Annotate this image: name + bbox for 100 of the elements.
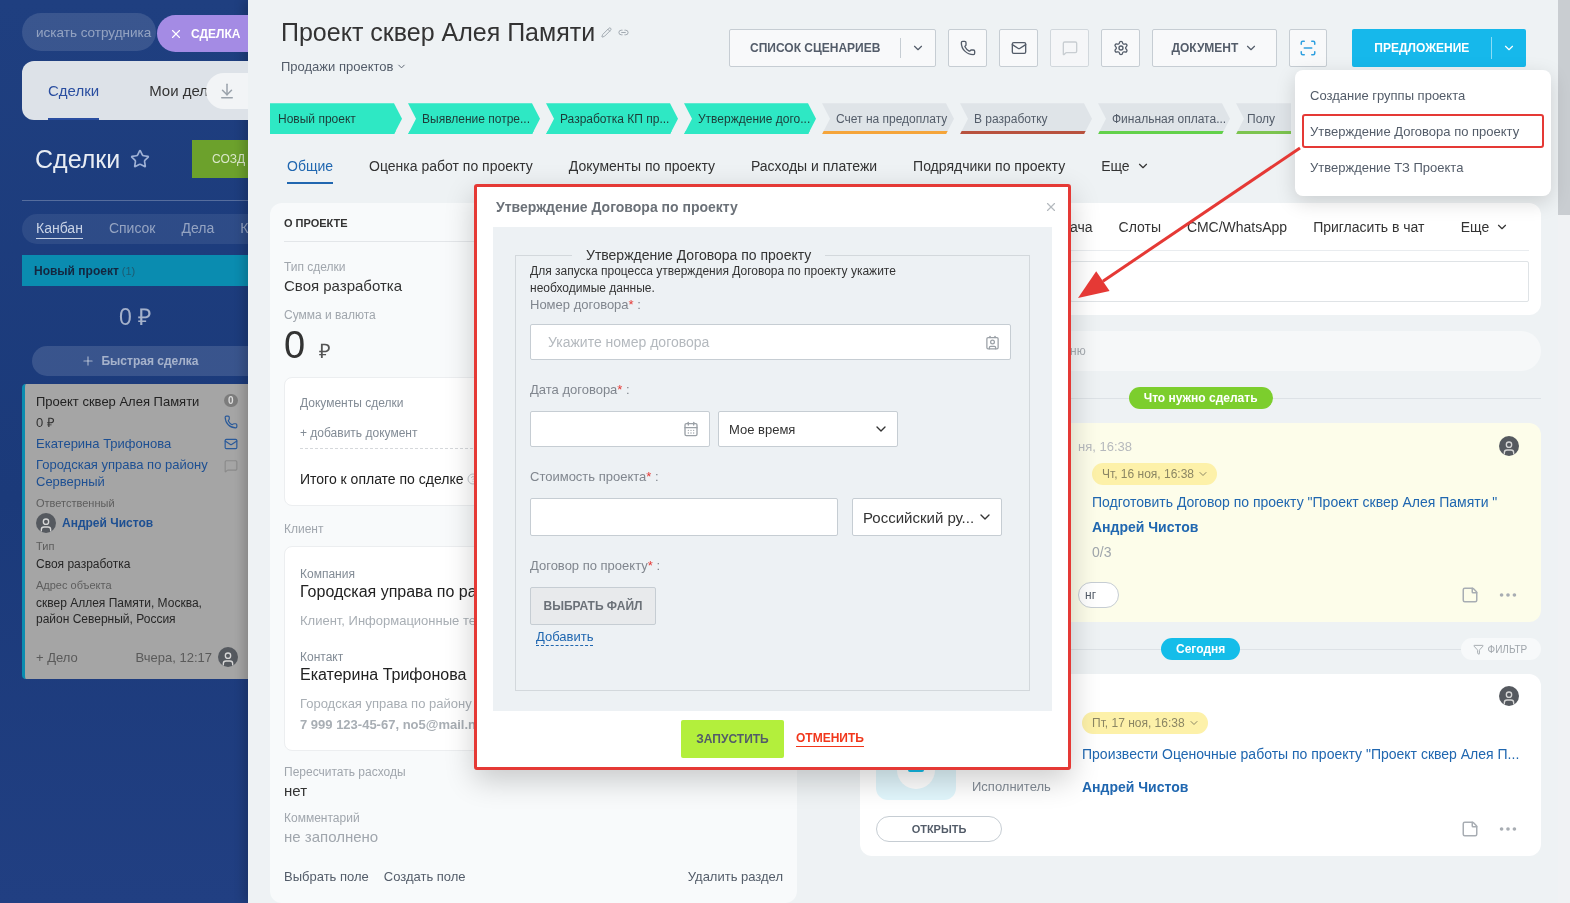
menu-item[interactable]: Утверждение Договора по проекту [1302,114,1544,148]
assignee-link[interactable]: Андрей Чистов [1092,519,1199,535]
view-tab[interactable]: Дела [181,219,215,239]
deal-tab[interactable]: Документы по проекту [568,158,715,185]
more-tab[interactable]: Еще [1460,218,1510,235]
pipeline-selector[interactable]: Продажи проектов [281,59,630,74]
download-icon [218,82,236,100]
scan-icon [1299,39,1318,57]
pipeline-stage[interactable]: Новый проект [270,103,402,135]
scan-button[interactable] [1289,29,1328,67]
chat-icon[interactable] [224,459,238,473]
assignee-link[interactable]: Андрей Чистов [1082,778,1189,795]
star-icon[interactable] [130,149,151,169]
view-tab[interactable]: Список [108,219,156,239]
calendar-icon [683,421,699,437]
total-label: Итого к оплате по сделке [300,471,464,487]
field-action-link[interactable]: Выбрать поле [284,869,369,884]
task-created-time: ня, 16:38 [1078,438,1132,454]
avatar-icon [1499,686,1520,706]
pipeline-stage[interactable]: Полу [1236,103,1291,135]
contact-card-icon [985,334,1000,350]
currency-sign: ₽ [319,339,332,364]
contact-link[interactable]: Екатерина Трифонова [36,435,220,452]
activity-tab[interactable]: СМС/WhatsApp [1186,218,1288,235]
field-label: Клиент [284,522,324,536]
field-label: Дата договора* : [530,382,631,397]
phone-icon [959,40,976,56]
documents-title: Документы сделки [300,396,404,410]
document-button[interactable]: ДОКУМЕНТ [1152,29,1278,67]
deal-amount: 0 ₽ [36,414,56,431]
pipeline-stage[interactable]: Счет на предоплату [822,103,954,135]
contact-details: 7 999 123-45-67, no5@mail.n [300,717,476,732]
pipeline-stage[interactable]: Финальная оплата... [1098,103,1230,135]
deal-tab[interactable]: Общие [287,158,334,185]
section-tab[interactable]: Сделки [48,61,100,120]
toolbar-icon-button[interactable] [948,29,988,67]
settings-icon [1112,40,1129,56]
deadline-badge[interactable]: Пт, 17 ноя, 16:38 [1082,712,1208,734]
action-button[interactable]: нг [1078,582,1119,608]
close-button[interactable] [1044,200,1058,214]
phone-icon[interactable] [224,415,238,429]
activity-tab[interactable]: Пригласить в чат [1313,218,1425,235]
collapse-button[interactable] [206,73,248,109]
delete-section-link[interactable]: Удалить раздел [687,869,783,884]
task-title-link[interactable]: Произвести Оценочные работы по проекту "Проект сквер Алея П... [1082,745,1520,762]
field-label: Ответственный [36,497,116,509]
deal-title[interactable]: Проект сквер Алея Памяти [36,394,220,409]
field-label: Тип сделки [284,260,346,274]
form-legend: Утверждение Договора по проекту [572,247,826,263]
view-tab[interactable]: К [240,219,248,239]
pipeline-stage[interactable]: Разработка КП пр... [546,103,678,135]
column-title: Новый проект [34,263,119,278]
column-total: 0 ₽ [117,303,153,332]
choose-file-button[interactable]: ВЫБРАТЬ ФАЙЛ [530,587,656,625]
pipeline-stage[interactable]: Утверждение дого... [684,103,816,135]
activity-tab[interactable]: ача [1070,218,1093,235]
field-label: Контакт [300,650,344,664]
responsible-name[interactable]: Андрей Чистов [62,516,154,530]
run-button[interactable]: ЗАПУСТИТЬ [681,720,785,758]
cancel-link[interactable]: ОТМЕНИТЬ [796,731,864,747]
more-tab[interactable]: Еще [1101,158,1150,185]
timezone-select[interactable]: Мое время [718,411,898,447]
note-icon[interactable] [1461,820,1480,838]
scrollbar[interactable] [1558,0,1570,903]
view-tab[interactable]: Канбан [36,219,83,239]
pipeline-stage[interactable]: Выявление потре... [408,103,540,135]
scenarios-button[interactable]: СПИСОК СЦЕНАРИЕВ [729,29,937,67]
date-field[interactable] [530,411,710,447]
add-link[interactable]: Добавить [536,629,594,646]
currency-select[interactable]: Российский ру... [852,498,1002,536]
company-link[interactable]: Городская управа по району Серверный [36,456,220,490]
field-action-link[interactable]: Создать поле [383,869,466,884]
deal-tab[interactable]: Оценка работ по проекту [369,158,533,185]
task-title-link[interactable]: Подготовить Договор по проекту "Проект сквер Алея Памяти " [1092,494,1520,510]
toolbar-icon-button[interactable] [999,29,1039,67]
toolbar-icon-button[interactable] [1101,29,1141,67]
deal-tab[interactable]: Подрядчики по проекту [913,158,1066,185]
mail-icon[interactable] [224,437,238,451]
note-icon[interactable] [1461,586,1480,604]
deal-tab[interactable]: Расходы и платежи [750,158,878,185]
page-title: Сделки [35,144,121,174]
avatar-icon [218,647,238,667]
link-icon[interactable] [618,27,630,38]
activity-tab[interactable]: Слоты [1118,218,1161,235]
field-label: Исполнитель [972,779,1052,794]
pipeline-stage[interactable]: В разработку [960,103,1092,135]
input-field[interactable] [530,498,838,536]
close-icon [1044,200,1058,214]
pencil-icon[interactable] [601,27,613,38]
open-button[interactable]: ОТКРЫТЬ [876,816,1002,842]
modal-title: Утверждение Договора по проекту [496,199,738,215]
mail-icon [1010,40,1027,56]
deadline-badge[interactable]: Чт, 16 ноя, 16:38 [1092,463,1217,485]
section-tab[interactable]: Мои дел [149,61,209,120]
plus-icon [81,354,96,368]
comment-input[interactable] [1070,261,1530,302]
field-label: Тип [36,540,56,552]
quick-deal-button[interactable]: Быстрая сделка [32,346,248,376]
contact-name[interactable]: Екатерина Трифонова [300,666,467,684]
field-label: Пересчитать расходы [284,765,406,779]
